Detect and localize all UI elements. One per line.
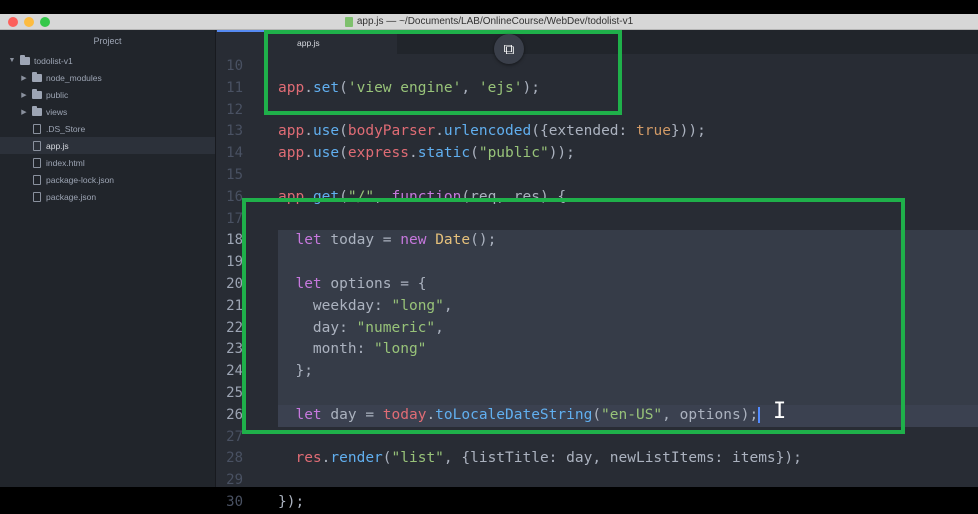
code-line-13: app.use(bodyParser.urlencoded({extended:… bbox=[278, 123, 706, 140]
tree-item-label: package.json bbox=[46, 191, 97, 202]
js-file-icon bbox=[344, 16, 353, 27]
tree-item-label: app.js bbox=[46, 140, 69, 151]
chevron-right-icon[interactable]: ▶ bbox=[20, 108, 28, 116]
line-number: 12 bbox=[226, 101, 243, 118]
file-tree: ▼ todolist-v1 ▶ node_modules ▶ public ▶ … bbox=[0, 52, 215, 205]
file-icon bbox=[33, 123, 41, 134]
tree-item-app-js[interactable]: app.js bbox=[0, 137, 215, 154]
tree-item-package-lock[interactable]: package-lock.json bbox=[0, 171, 215, 188]
title-bar: app.js — ~/Documents/LAB/OnlineCourse/We… bbox=[0, 14, 978, 30]
tree-item-label: node_modules bbox=[46, 72, 102, 83]
line-number: 13 bbox=[226, 123, 243, 140]
folder-icon bbox=[20, 54, 30, 65]
file-icon bbox=[33, 191, 41, 202]
code-line-14: app.use(express.static("public")); bbox=[278, 145, 575, 162]
chevron-down-icon[interactable]: ▼ bbox=[8, 57, 16, 64]
sidebar-header: Project bbox=[93, 36, 122, 46]
tree-item-label: views bbox=[46, 106, 68, 117]
folder-icon bbox=[32, 105, 42, 116]
tree-item-label: package-lock.json bbox=[46, 174, 115, 185]
code-line-30: }); bbox=[278, 493, 305, 510]
line-number: 29 bbox=[226, 472, 243, 489]
tree-item-ds-store[interactable]: .DS_Store bbox=[0, 120, 215, 137]
tree-item-views[interactable]: ▶ views bbox=[0, 103, 215, 120]
chevron-right-icon[interactable]: ▶ bbox=[20, 74, 28, 82]
window-title-text: app.js — ~/Documents/LAB/OnlineCourse/We… bbox=[356, 16, 634, 27]
line-number: 30 bbox=[226, 493, 243, 510]
maximize-window-button[interactable] bbox=[40, 17, 50, 27]
tree-item-label: todolist-v1 bbox=[34, 55, 73, 66]
tree-item-root-folder[interactable]: ▼ todolist-v1 bbox=[0, 52, 215, 69]
tree-item-label: .DS_Store bbox=[46, 123, 86, 134]
tree-item-node-modules[interactable]: ▶ node_modules bbox=[0, 69, 215, 86]
highlight-box-view-engine bbox=[264, 30, 622, 115]
window-title: app.js — ~/Documents/LAB/OnlineCourse/We… bbox=[344, 16, 634, 27]
tree-item-public[interactable]: ▶ public bbox=[0, 86, 215, 103]
close-window-button[interactable] bbox=[8, 17, 18, 27]
popout-icon[interactable]: ⧉ bbox=[494, 34, 524, 64]
file-icon bbox=[33, 174, 41, 185]
line-number: 11 bbox=[226, 79, 243, 96]
chevron-right-icon[interactable]: ▶ bbox=[20, 91, 28, 99]
minimize-window-button[interactable] bbox=[24, 17, 34, 27]
tree-item-index-html[interactable]: index.html bbox=[0, 154, 215, 171]
project-sidebar: Project ▼ todolist-v1 ▶ node_modules ▶ p… bbox=[0, 30, 216, 487]
ibeam-cursor-icon: I bbox=[773, 399, 787, 424]
folder-icon bbox=[32, 71, 42, 82]
highlight-box-date-code bbox=[242, 198, 905, 434]
folder-icon bbox=[32, 88, 42, 99]
line-number: 14 bbox=[226, 145, 243, 162]
code-line-28: res.render("list", {listTitle: day, newL… bbox=[295, 450, 802, 467]
line-number: 10 bbox=[226, 58, 243, 74]
file-icon bbox=[33, 157, 41, 168]
window-controls bbox=[8, 17, 50, 27]
file-icon bbox=[33, 140, 41, 151]
tree-item-label: index.html bbox=[46, 157, 85, 168]
line-number: 15 bbox=[226, 166, 243, 183]
tree-item-package-json[interactable]: package.json bbox=[0, 188, 215, 205]
tree-item-label: public bbox=[46, 89, 69, 100]
line-number: 28 bbox=[226, 450, 243, 467]
